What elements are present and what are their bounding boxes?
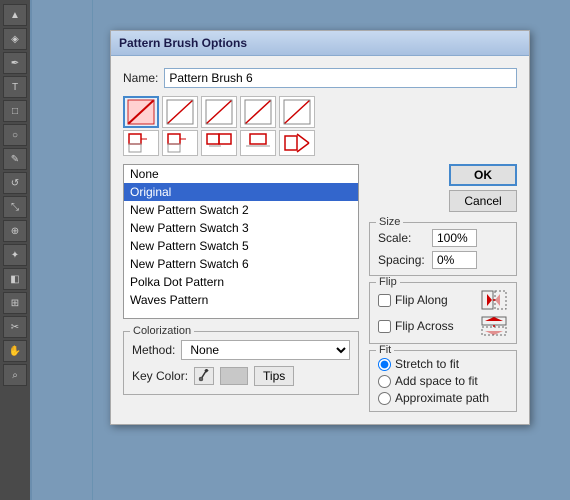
main-content: None Original New Pattern Swatch 2 New P… [123, 164, 517, 412]
ok-button[interactable]: OK [449, 164, 517, 186]
flip-box: Flip Flip Along [369, 282, 517, 344]
tool-zoom[interactable]: ⌕ [3, 364, 27, 386]
spacing-label: Spacing: [378, 253, 428, 267]
list-item-original[interactable]: Original [124, 183, 358, 201]
flip-across-icon [480, 315, 508, 337]
tool-select[interactable]: ▲ [3, 4, 27, 26]
tool-pen[interactable]: ✒ [3, 52, 27, 74]
flip-legend: Flip [376, 276, 400, 288]
tool-gradient[interactable]: ◧ [3, 268, 27, 290]
method-select[interactable]: None Tints Tints and Shades Hue Shift [181, 340, 350, 360]
scale-row: Scale: [378, 229, 508, 247]
pattern-brush-options-dialog: Pattern Brush Options Name: [110, 30, 530, 425]
scale-input[interactable] [432, 229, 477, 247]
pattern-list[interactable]: None Original New Pattern Swatch 2 New P… [123, 164, 359, 319]
size-box: Size Scale: Spacing: [369, 222, 517, 276]
fit-addspace-label: Add space to fit [395, 374, 478, 388]
brush-corner-2[interactable] [162, 130, 198, 156]
list-item-swatch3[interactable]: New Pattern Swatch 3 [124, 219, 358, 237]
fit-stretch-radio[interactable] [378, 358, 391, 371]
tool-brush[interactable]: ✎ [3, 148, 27, 170]
fit-approx-radio[interactable] [378, 392, 391, 405]
keycolor-row: Key Color: Tips [132, 366, 350, 386]
tool-eyedropper[interactable]: ✦ [3, 244, 27, 266]
canvas-guide [92, 0, 93, 500]
tool-ellipse[interactable]: ○ [3, 124, 27, 146]
brush-corner-1[interactable] [123, 130, 159, 156]
colorization-legend: Colorization [130, 325, 194, 337]
flip-along-row: Flip Along [378, 289, 508, 311]
brush-corner-4[interactable] [240, 130, 276, 156]
colorization-box: Colorization Method: None Tints Tints an… [123, 331, 359, 395]
fit-legend: Fit [376, 344, 394, 356]
brush-tile-5[interactable] [279, 96, 315, 128]
eyedropper-icon [198, 369, 210, 383]
list-item-swatch5[interactable]: New Pattern Swatch 5 [124, 237, 358, 255]
dialog-buttons: OK Cancel [369, 164, 517, 212]
fit-row-addspace: Add space to fit [378, 374, 508, 388]
flip-along-icon [480, 289, 508, 311]
name-label: Name: [123, 71, 158, 85]
spacing-input[interactable] [432, 251, 477, 269]
list-section: None Original New Pattern Swatch 2 New P… [123, 164, 359, 412]
tool-mesh[interactable]: ⊞ [3, 292, 27, 314]
right-section: OK Cancel Size Scale: Spacing: [369, 164, 517, 412]
spacing-row: Spacing: [378, 251, 508, 269]
fit-addspace-radio[interactable] [378, 375, 391, 388]
list-item-swatch2[interactable]: New Pattern Swatch 2 [124, 201, 358, 219]
keycolor-label: Key Color: [132, 369, 188, 383]
brush-tile-2[interactable] [162, 96, 198, 128]
flip-along-label: Flip Along [395, 293, 476, 307]
tool-type[interactable]: T [3, 76, 27, 98]
flip-along-checkbox[interactable] [378, 294, 391, 307]
brush-tile-4[interactable] [240, 96, 276, 128]
list-item-swatch6[interactable]: New Pattern Swatch 6 [124, 255, 358, 273]
fit-row-approx: Approximate path [378, 391, 508, 405]
fit-box: Fit Stretch to fit Add space to fit Appr… [369, 350, 517, 412]
fit-stretch-label: Stretch to fit [395, 357, 459, 371]
brush-icons-top-row [123, 96, 517, 128]
tool-hand[interactable]: ✋ [3, 340, 27, 362]
tips-button[interactable]: Tips [254, 366, 294, 386]
tool-blend[interactable]: ⊕ [3, 220, 27, 242]
flip-across-checkbox[interactable] [378, 320, 391, 333]
tool-scale[interactable]: ⤡ [3, 196, 27, 218]
brush-corner-5[interactable] [279, 130, 315, 156]
size-legend: Size [376, 216, 403, 228]
list-item-waves[interactable]: Waves Pattern [124, 291, 358, 309]
flip-across-row: Flip Across [378, 315, 508, 337]
tool-rect[interactable]: □ [3, 100, 27, 122]
list-item-none[interactable]: None [124, 165, 358, 183]
list-item-polkadot[interactable]: Polka Dot Pattern [124, 273, 358, 291]
method-row: Method: None Tints Tints and Shades Hue … [132, 340, 350, 360]
brush-tile-1[interactable] [123, 96, 159, 128]
scale-label: Scale: [378, 231, 428, 245]
cancel-button[interactable]: Cancel [449, 190, 517, 212]
dialog-titlebar: Pattern Brush Options [111, 31, 529, 56]
brush-icons-bottom-row [123, 130, 517, 156]
name-input[interactable] [164, 68, 517, 88]
fit-approx-label: Approximate path [395, 391, 489, 405]
name-row: Name: [123, 68, 517, 88]
tool-scissors[interactable]: ✂ [3, 316, 27, 338]
fit-row-stretch: Stretch to fit [378, 357, 508, 371]
eyedropper-button[interactable] [194, 367, 214, 385]
dialog-title: Pattern Brush Options [119, 36, 247, 50]
brush-tile-3[interactable] [201, 96, 237, 128]
tool-direct[interactable]: ◈ [3, 28, 27, 50]
flip-across-label: Flip Across [395, 319, 476, 333]
key-color-swatch[interactable] [220, 367, 248, 385]
tool-rotate[interactable]: ↺ [3, 172, 27, 194]
brush-icons-section [123, 96, 517, 156]
toolbar: ▲ ◈ ✒ T □ ○ ✎ ↺ ⤡ ⊕ ✦ ◧ ⊞ ✂ ✋ ⌕ [0, 0, 30, 500]
brush-corner-3[interactable] [201, 130, 237, 156]
method-label: Method: [132, 343, 175, 357]
